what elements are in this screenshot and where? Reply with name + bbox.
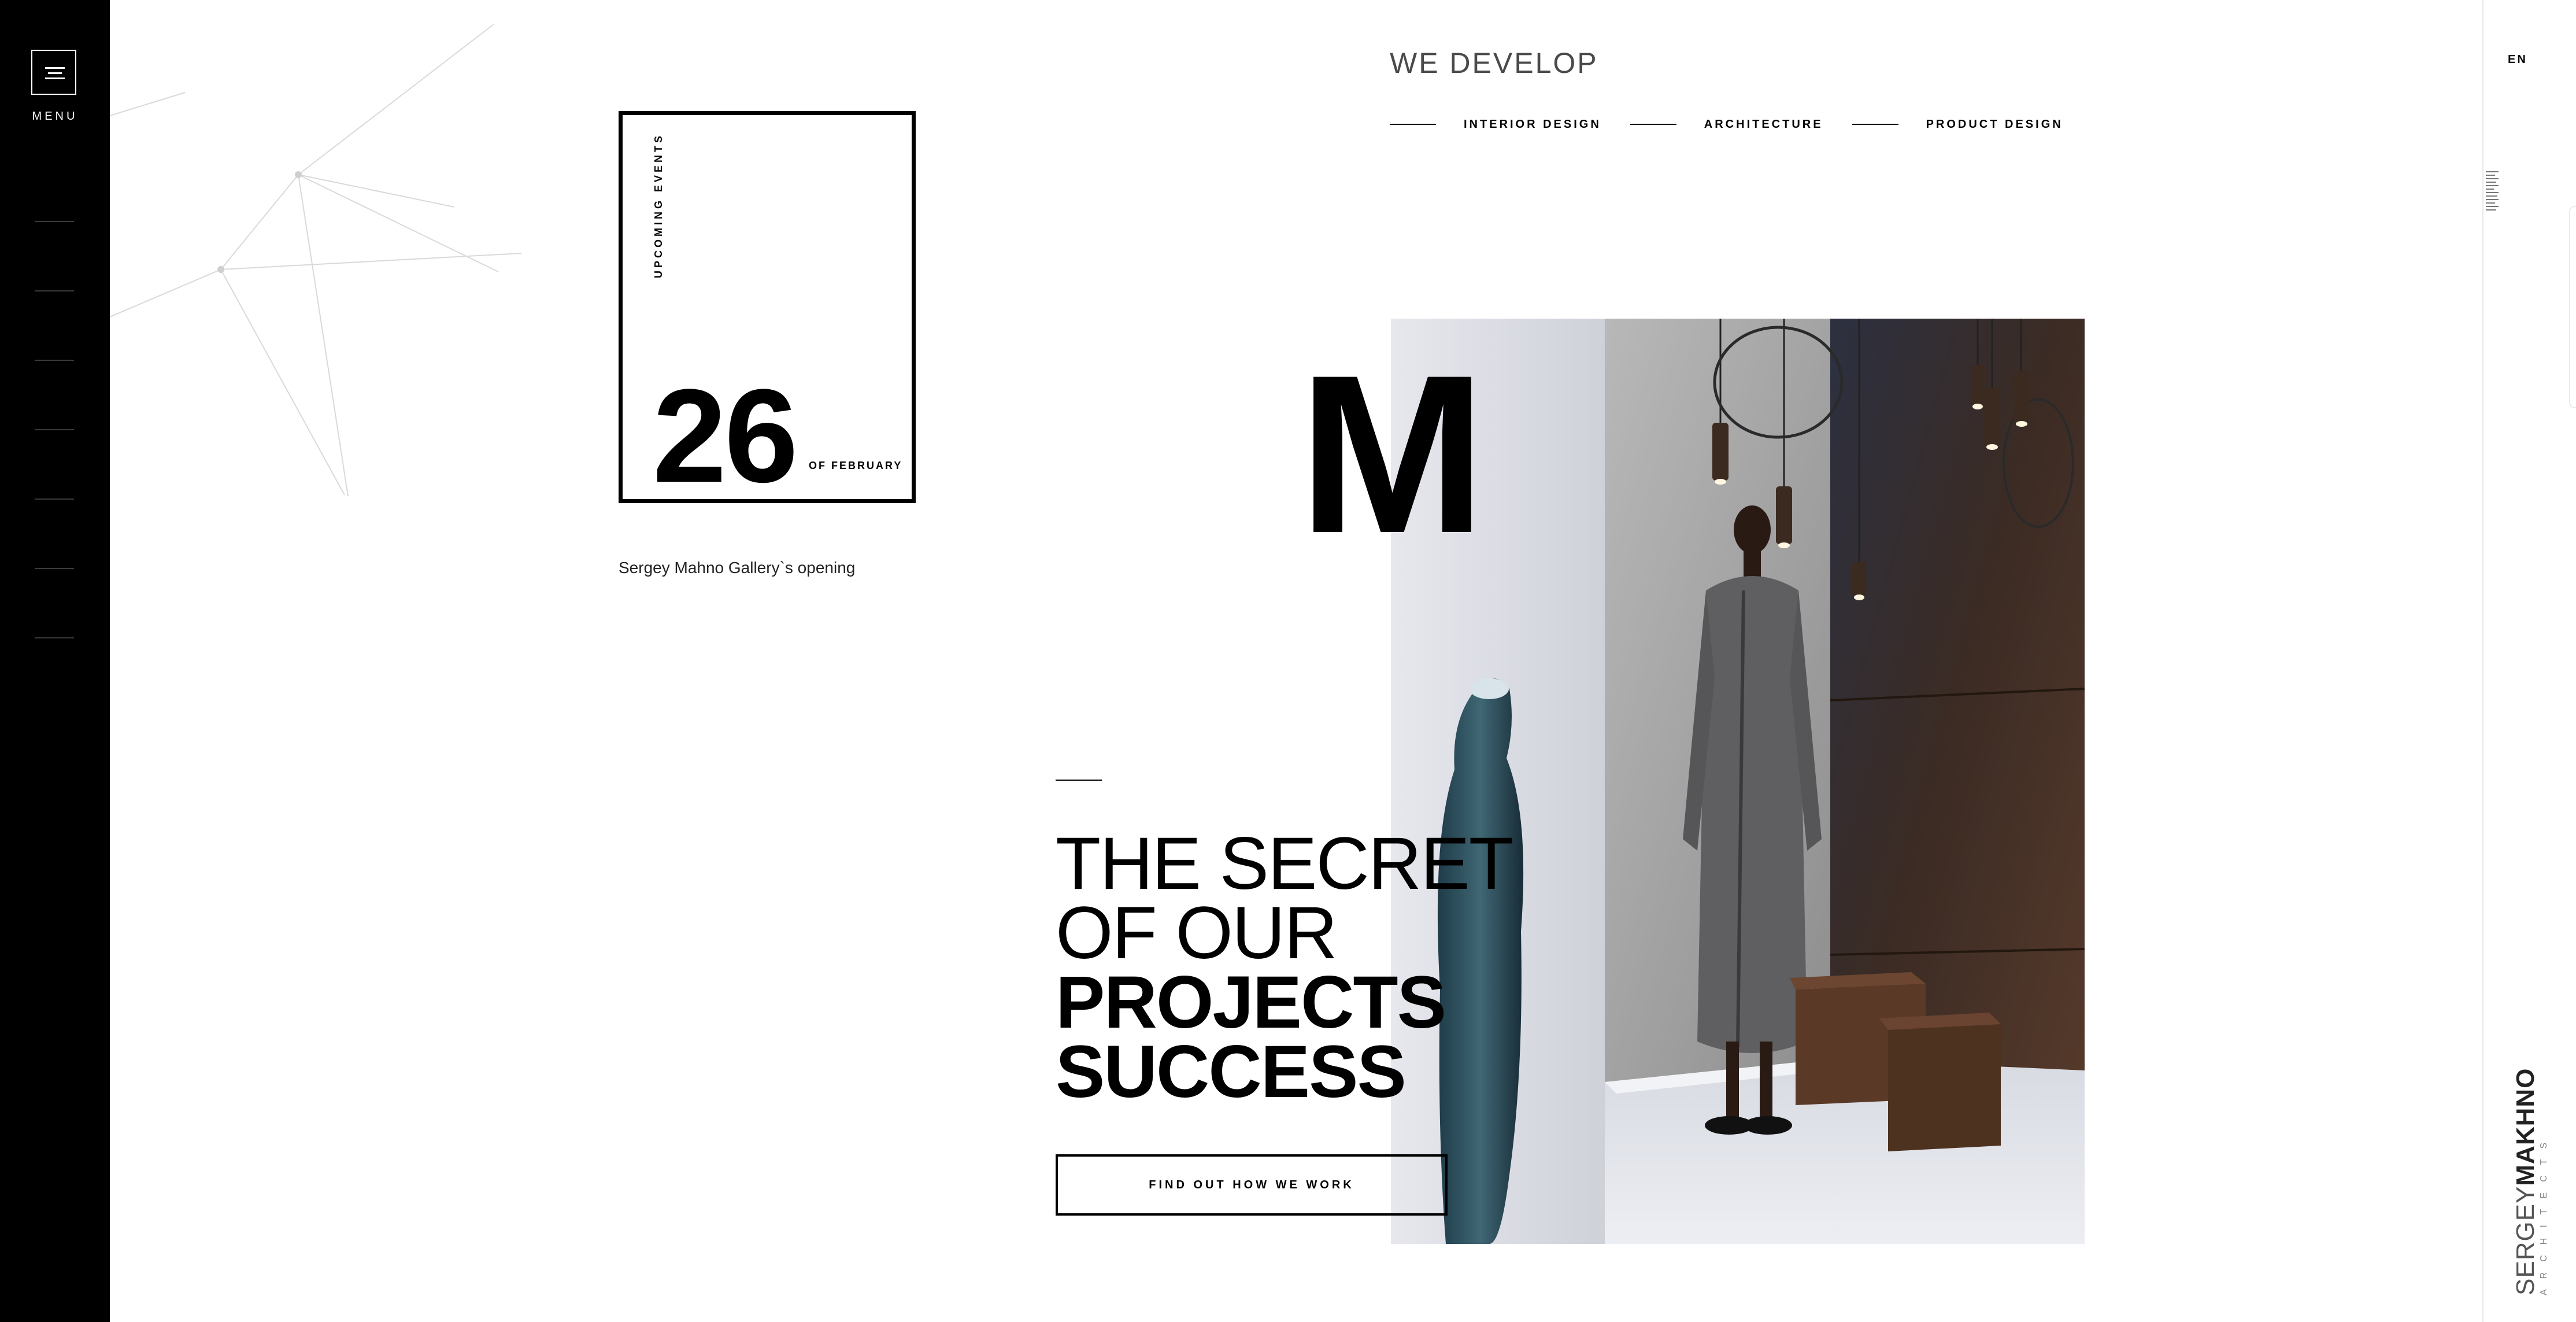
nav-link-architecture[interactable]: ARCHITECTURE: [1704, 118, 1823, 131]
nav-dash: [1852, 124, 1898, 125]
nav-link-product-design[interactable]: PRODUCT DESIGN: [1926, 118, 2063, 131]
sidebar-divider: [35, 429, 74, 430]
event-day: 26: [653, 361, 798, 510]
hamburger-icon-middle-line: [48, 72, 62, 74]
logo-subtitle: ARCHITECTS: [2539, 1132, 2549, 1295]
language-switch[interactable]: EN: [2508, 53, 2527, 67]
sidebar-divider: [35, 568, 74, 569]
we-develop-heading: WE DEVELOP: [1390, 47, 1598, 79]
hero-letter: M: [1298, 328, 1486, 580]
menu-label[interactable]: MENU: [0, 110, 110, 123]
sidebar-divider: [35, 637, 74, 638]
upcoming-event-card[interactable]: UPCOMING EVENTS 26 OF FEBRUARY: [619, 111, 916, 503]
headline-line-4: SUCCESS: [1056, 1031, 1407, 1113]
sidebar-divider: [35, 221, 74, 222]
nav-dash: [1630, 124, 1676, 125]
brand-logo[interactable]: SERGEYMAKHNO ARCHITECTS: [2511, 1068, 2576, 1295]
hamburger-icon-bottom-line: [45, 77, 65, 79]
upcoming-events-label: UPCOMING EVENTS: [653, 132, 664, 278]
headline-line-1: THE SECRET: [1056, 822, 1514, 905]
hamburger-icon: [45, 67, 65, 69]
nav-link-interior-design[interactable]: INTERIOR DESIGN: [1464, 118, 1601, 131]
find-out-how-we-work-button[interactable]: FIND OUT HOW WE WORK: [1056, 1154, 1448, 1216]
decorative-constellation: [110, 24, 522, 497]
headline-line-3: PROJECTS: [1056, 961, 1446, 1044]
right-rail-divider: [2482, 0, 2484, 1322]
top-nav: INTERIOR DESIGN ARCHITECTURE PRODUCT DES…: [1390, 116, 2063, 133]
scroll-indicator[interactable]: [2486, 171, 2499, 223]
hero-headline: THE SECRET OF OUR PROJECTS SUCCESS: [1056, 822, 1514, 1113]
event-caption-link[interactable]: Sergey Mahno Gallery`s opening: [619, 559, 855, 577]
sidebar-divider: [35, 360, 74, 361]
menu-button[interactable]: [31, 50, 76, 95]
headline-dash: [1056, 780, 1102, 781]
sidebar: MENU: [0, 0, 110, 1322]
event-month: OF FEBRUARY: [809, 460, 903, 471]
sidebar-divider: [35, 498, 74, 500]
sidebar-divider: [35, 290, 74, 291]
side-scroll-tab[interactable]: [2569, 206, 2576, 408]
headline-line-2: OF OUR: [1056, 892, 1338, 974]
logo-wordmark: SERGEYMAKHNO: [2511, 1068, 2540, 1295]
nav-dash: [1390, 124, 1436, 125]
